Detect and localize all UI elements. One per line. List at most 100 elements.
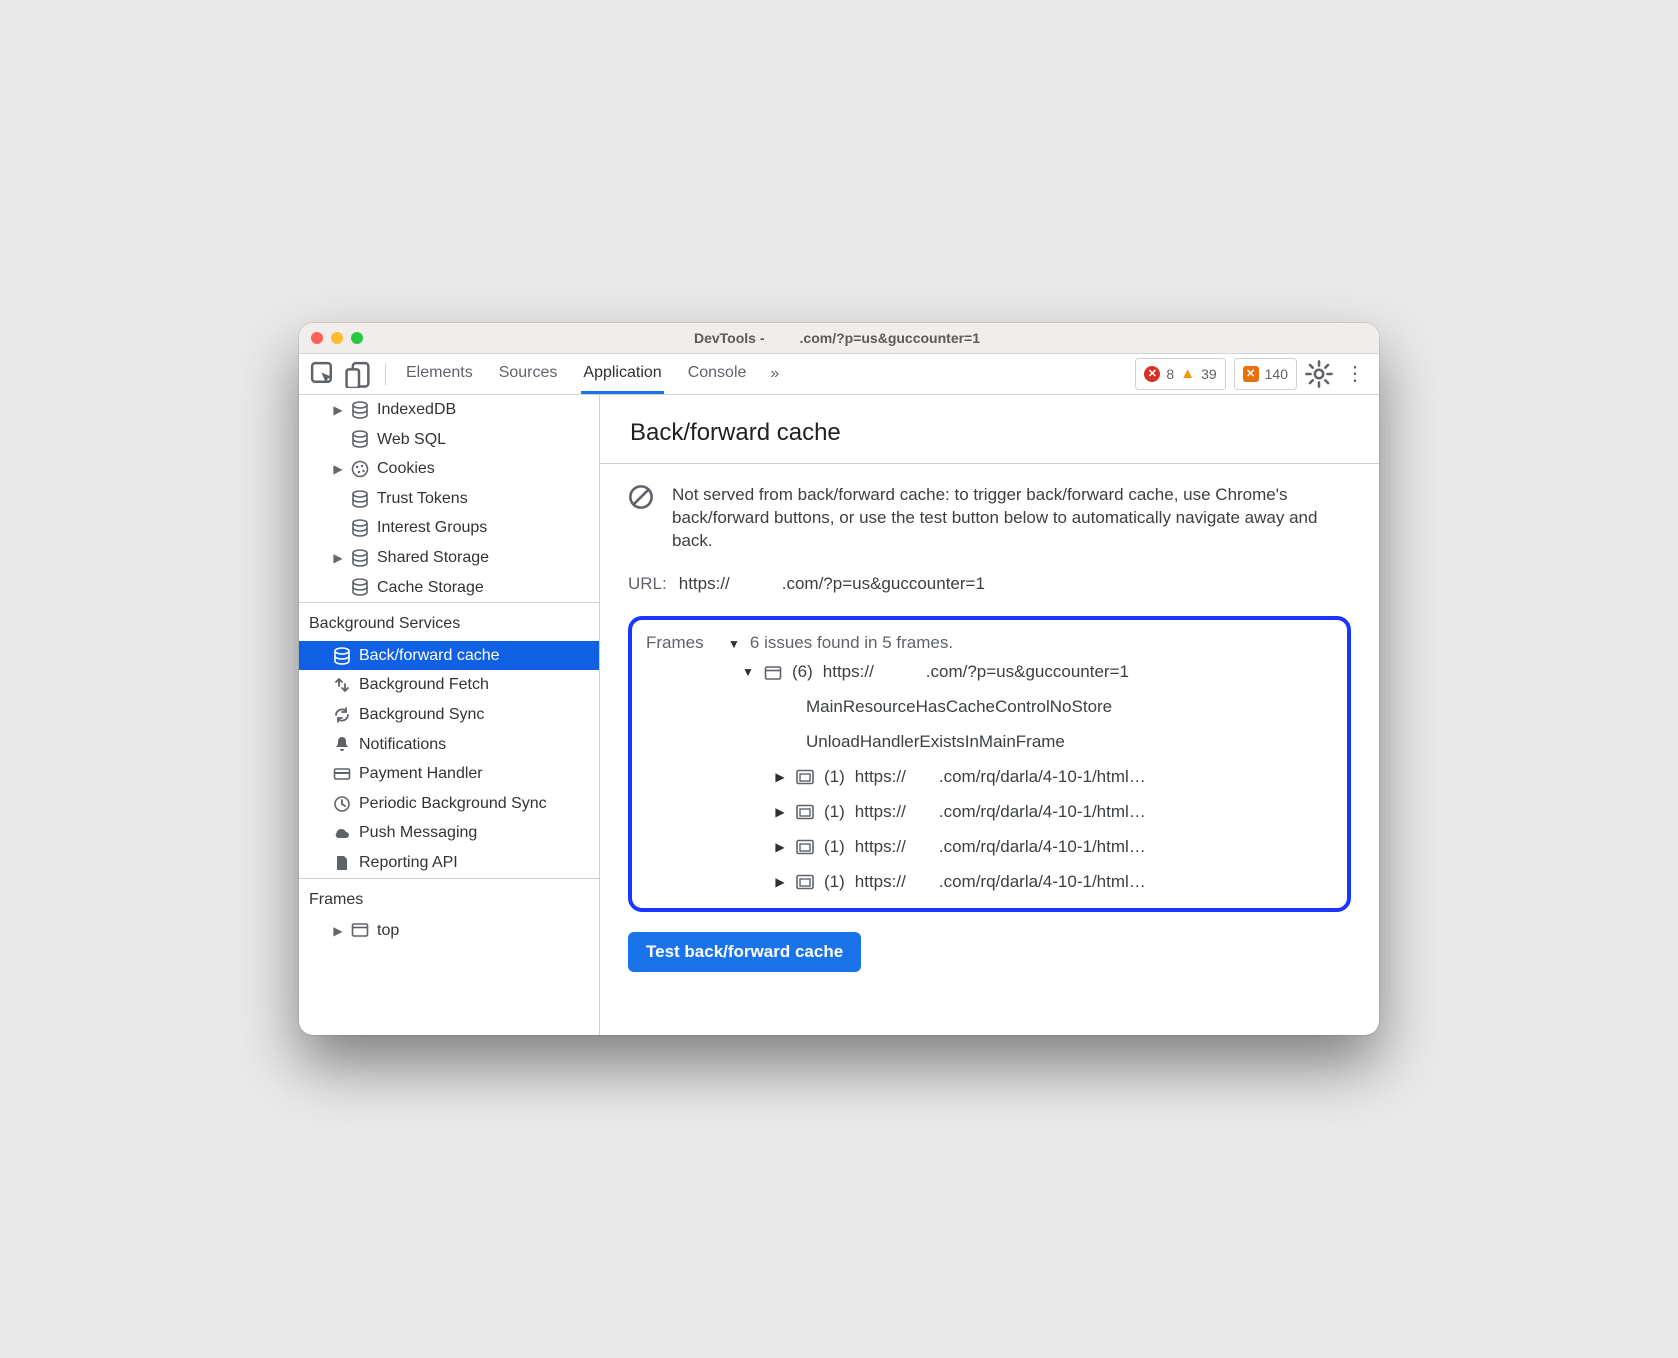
file-icon <box>333 854 351 872</box>
settings-button[interactable] <box>1305 360 1333 388</box>
sidebar-item-label: Back/forward cache <box>359 645 500 667</box>
bfcache-status-text: Not served from back/forward cache: to t… <box>672 484 1351 553</box>
issues-count: 140 <box>1265 365 1288 384</box>
db-icon <box>333 647 351 665</box>
bfcache-reason: UnloadHandlerExistsInMainFrame <box>646 725 1333 760</box>
disclosure-triangle-icon: ▶ <box>774 874 786 890</box>
minimize-window-button[interactable] <box>331 332 343 344</box>
sidebar-item-reporting-api[interactable]: Reporting API <box>299 848 599 878</box>
issues-icon: ✕ <box>1243 366 1259 382</box>
sidebar-item-push-messaging[interactable]: Push Messaging <box>299 818 599 848</box>
sidebar-item-back-forward-cache[interactable]: Back/forward cache <box>299 641 599 671</box>
test-bfcache-button[interactable]: Test back/forward cache <box>628 932 861 972</box>
sidebar-item-web-sql[interactable]: Web SQL <box>299 425 599 455</box>
disclosure-triangle-icon: ▼ <box>728 636 740 652</box>
sidebar-item-label: Shared Storage <box>377 547 489 569</box>
sidebar-item-cookies[interactable]: ▶Cookies <box>299 454 599 484</box>
url-row: URL: https:// .com/?p=us&guccounter=1 <box>628 573 1351 596</box>
frame-url: https:// .com/rq/darla/4-10-1/html… <box>855 871 1146 894</box>
more-tabs-button[interactable]: » <box>770 363 779 385</box>
titlebar: DevTools - .com/?p=us&guccounter=1 <box>299 323 1379 354</box>
frame-issue-count: (6) <box>792 661 813 684</box>
sidebar-item-trust-tokens[interactable]: Trust Tokens <box>299 484 599 514</box>
inspect-element-button[interactable] <box>309 360 337 388</box>
sidebar-item-payment-handler[interactable]: Payment Handler <box>299 759 599 789</box>
section-background-services: Background Services <box>299 602 599 641</box>
close-window-button[interactable] <box>311 332 323 344</box>
card-icon <box>333 765 351 783</box>
zoom-window-button[interactable] <box>351 332 363 344</box>
fetch-icon <box>333 676 351 694</box>
sidebar-item-interest-groups[interactable]: Interest Groups <box>299 513 599 543</box>
url-label: URL: <box>628 573 667 596</box>
warning-icon: ▲ <box>1180 364 1195 384</box>
issues-button[interactable]: ✕ 140 <box>1234 358 1297 390</box>
frames-top[interactable]: ▶ top <box>299 916 599 946</box>
child-frame-row[interactable]: ▶(1)https:// .com/rq/darla/4-10-1/html… <box>646 830 1333 865</box>
child-frame-row[interactable]: ▶ (1) https:// .com/rq/darla/4-10-1/html… <box>646 865 1333 900</box>
sidebar-item-label: Notifications <box>359 734 446 756</box>
error-icon: ✕ <box>1144 366 1160 382</box>
bfcache-reason: MainResourceHasCacheControlNoStore <box>646 690 1333 725</box>
sidebar-item-label: Periodic Background Sync <box>359 793 547 815</box>
sidebar-item-indexeddb[interactable]: ▶IndexedDB <box>299 395 599 425</box>
frames-issues-box: Frames ▼ 6 issues found in 5 frames. ▼ (… <box>628 616 1351 912</box>
db-icon <box>351 578 369 596</box>
disclosure-triangle-icon: ▶ <box>333 923 343 939</box>
tab-console[interactable]: Console <box>686 354 749 394</box>
device-toolbar-button[interactable] <box>345 360 373 388</box>
disclosure-triangle-icon: ▶ <box>774 839 786 855</box>
frame-icon <box>764 665 782 681</box>
disclosure-triangle-icon: ▶ <box>333 402 343 418</box>
error-count: 8 <box>1166 365 1174 384</box>
bell-icon <box>333 735 351 753</box>
sidebar-item-background-fetch[interactable]: Background Fetch <box>299 670 599 700</box>
db-icon <box>351 401 369 419</box>
child-frame-row[interactable]: ▶(1)https:// .com/rq/darla/4-10-1/html… <box>646 795 1333 830</box>
sidebar-item-periodic-background-sync[interactable]: Periodic Background Sync <box>299 789 599 819</box>
frame-issue-count: (1) <box>824 871 845 894</box>
section-frames: Frames <box>299 878 599 917</box>
sync-icon <box>333 706 351 724</box>
warning-count: 39 <box>1201 365 1217 384</box>
sidebar-item-label: Trust Tokens <box>377 488 468 510</box>
sidebar-item-label: Background Fetch <box>359 674 489 696</box>
window-title: DevTools - .com/?p=us&guccounter=1 <box>371 329 1303 348</box>
clock-icon <box>333 795 351 813</box>
cookie-icon <box>351 460 369 478</box>
frame-icon <box>351 922 369 940</box>
panel-tabs: Elements Sources Application Console » <box>404 354 779 394</box>
tab-elements[interactable]: Elements <box>404 354 475 394</box>
sidebar-item-label: Background Sync <box>359 704 484 726</box>
main-header: Back/forward cache <box>600 395 1379 464</box>
disclosure-triangle-icon: ▼ <box>742 664 754 680</box>
sidebar-item-notifications[interactable]: Notifications <box>299 730 599 760</box>
sidebar-item-label: Push Messaging <box>359 822 477 844</box>
frame-url: https:// .com/rq/darla/4-10-1/html… <box>855 766 1146 789</box>
sidebar-item-shared-storage[interactable]: ▶ Shared Storage <box>299 543 599 573</box>
frame-issue-count: (1) <box>824 801 845 824</box>
sidebar-item-label: Web SQL <box>377 429 446 451</box>
child-frame-row[interactable]: ▶(1)https:// .com/rq/darla/4-10-1/html… <box>646 760 1333 795</box>
tab-sources[interactable]: Sources <box>497 354 560 394</box>
db-icon <box>351 490 369 508</box>
prohibited-icon <box>628 484 654 517</box>
sidebar-item-label: Payment Handler <box>359 763 483 785</box>
more-menu-button[interactable]: ⋮ <box>1341 360 1369 388</box>
frame-issue-count: (1) <box>824 836 845 859</box>
tab-application[interactable]: Application <box>581 354 663 394</box>
db-icon <box>351 430 369 448</box>
page-title: Back/forward cache <box>630 417 1349 449</box>
cloud-icon <box>333 824 351 842</box>
divider <box>385 363 386 385</box>
disclosure-triangle-icon: ▶ <box>333 461 343 477</box>
frames-summary-row[interactable]: Frames ▼ 6 issues found in 5 frames. <box>646 632 1333 655</box>
disclosure-triangle-icon: ▶ <box>774 769 786 785</box>
disclosure-triangle-icon: ▶ <box>333 550 343 566</box>
devtools-window: DevTools - .com/?p=us&guccounter=1 Eleme… <box>299 323 1379 1035</box>
sidebar-item-background-sync[interactable]: Background Sync <box>299 700 599 730</box>
console-status-button[interactable]: ✕ 8 ▲ 39 <box>1135 358 1225 390</box>
iframe-icon <box>796 769 814 785</box>
frame-root-row[interactable]: ▼ (6) https:// .com/?p=us&guccounter=1 <box>646 655 1333 690</box>
sidebar-item-cache-storage[interactable]: Cache Storage <box>299 573 599 603</box>
